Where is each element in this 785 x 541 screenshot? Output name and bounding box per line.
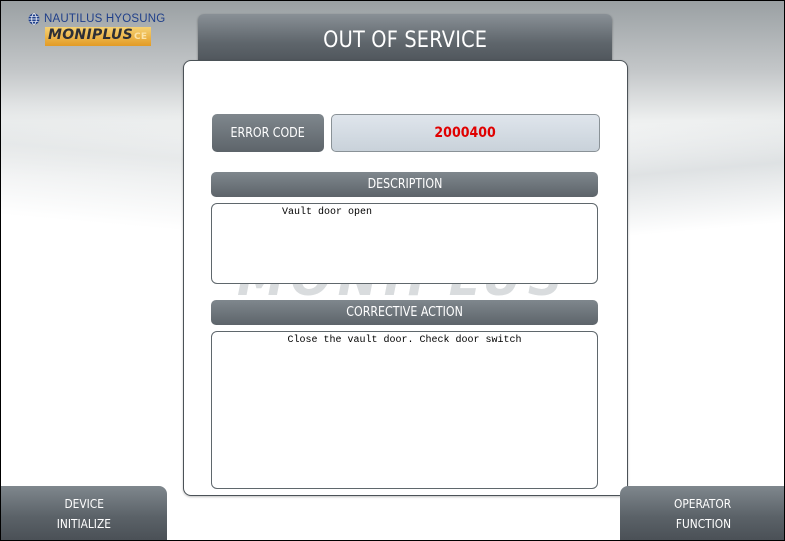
description-text: Vault door open — [282, 207, 373, 218]
error-code-label: ERROR CODE — [212, 114, 324, 152]
device-initialize-label-line1: DEVICE — [64, 496, 104, 511]
error-panel: MONIPLUS ERROR CODE 2000400 DESCRIPTION … — [183, 60, 628, 496]
corrective-action-text: Close the vault door. Check door switch — [287, 335, 522, 346]
brand-logo: NAUTILUS HYOSUNG MONIPLUSCE — [28, 13, 178, 63]
corrective-action-header-text: CORRECTIVE ACTION — [346, 305, 463, 320]
atm-screen: NAUTILUS HYOSUNG MONIPLUSCE OUT OF SERVI… — [0, 0, 785, 541]
device-initialize-label-line2: INITIALIZE — [56, 516, 112, 531]
company-logo: NAUTILUS HYOSUNG — [28, 13, 178, 25]
corrective-action-box: Close the vault door. Check door switch — [211, 331, 598, 489]
header-tab: OUT OF SERVICE — [198, 14, 612, 66]
corrective-action-header: CORRECTIVE ACTION — [211, 300, 598, 325]
error-code-label-text: ERROR CODE — [230, 125, 306, 141]
description-header-text: DESCRIPTION — [367, 177, 442, 192]
page-title: OUT OF SERVICE — [322, 27, 488, 53]
product-suffix: CE — [134, 32, 148, 42]
error-code-value-text: 2000400 — [434, 125, 497, 141]
operator-function-label-line1: OPERATOR — [674, 496, 732, 511]
operator-function-label-line2: FUNCTION — [675, 516, 731, 531]
operator-function-button[interactable]: OPERATOR FUNCTION — [620, 486, 784, 540]
product-logo: MONIPLUSCE — [45, 27, 152, 46]
error-code-value: 2000400 — [331, 114, 600, 152]
product-name: MONIPLUS — [48, 27, 134, 43]
company-name: NAUTILUS HYOSUNG — [44, 13, 166, 25]
description-box: Vault door open — [211, 203, 598, 284]
description-header: DESCRIPTION — [211, 172, 598, 197]
device-initialize-button[interactable]: DEVICE INITIALIZE — [1, 486, 167, 540]
globe-icon — [28, 13, 40, 25]
